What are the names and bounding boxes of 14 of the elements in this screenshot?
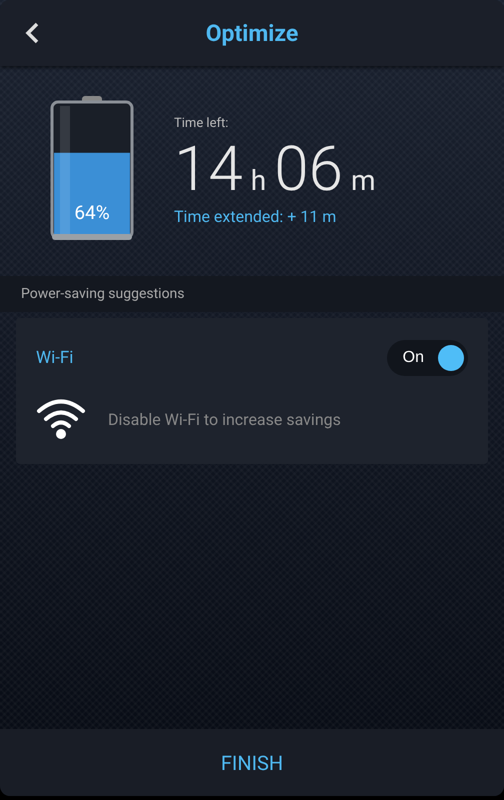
minutes-value: 06	[274, 139, 343, 201]
section-title: Power-saving suggestions	[21, 286, 185, 302]
battery-percent: 64%	[73, 201, 111, 224]
suggestion-description: Disable Wi-Fi to increase savings	[108, 410, 341, 428]
toggle-switch[interactable]: On	[386, 340, 468, 376]
time-left-label: Time left:	[174, 116, 230, 131]
screen-title: Optimize	[206, 20, 298, 46]
minutes-unit: m	[350, 164, 376, 197]
finish-button[interactable]: FINISH	[208, 744, 296, 780]
suggestion-title: Wi-Fi	[36, 348, 74, 368]
hours-unit: h	[250, 164, 266, 197]
time-extended: Time extended: + 11 m	[174, 207, 338, 226]
wifi-icon	[36, 398, 86, 440]
hours-value: 14	[174, 139, 243, 201]
